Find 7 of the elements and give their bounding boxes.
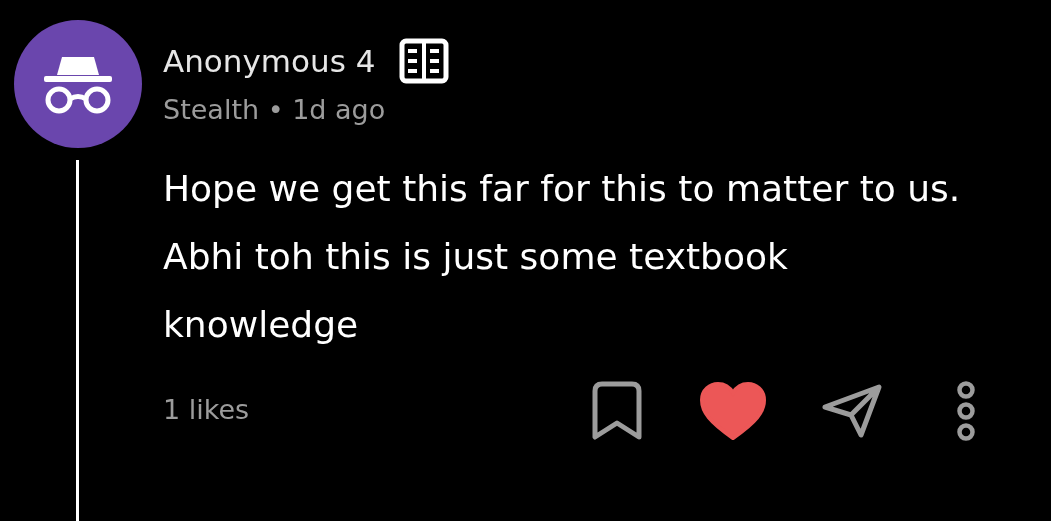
- building-icon: [399, 38, 450, 84]
- comment-text: Hope we get this far for this to matter to us. Abhi toh this is just some textbook knowledge: [163, 166, 962, 347]
- post-meta: Stealth • 1d ago: [163, 93, 387, 127]
- like-button[interactable]: [700, 381, 766, 440]
- likes-count: 1 likes: [163, 393, 250, 428]
- author-name: Anonymous 4: [163, 43, 376, 79]
- share-button[interactable]: [821, 382, 883, 439]
